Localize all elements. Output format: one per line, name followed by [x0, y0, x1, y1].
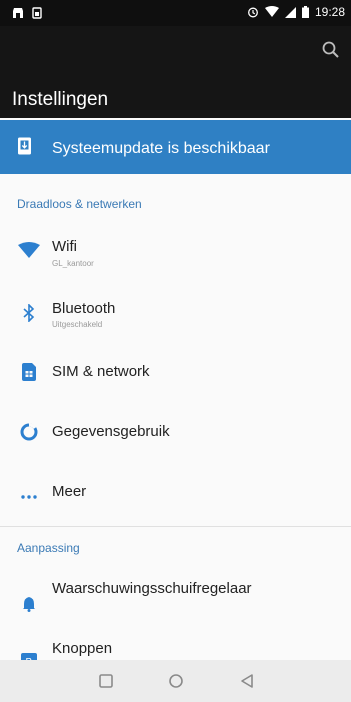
signal-icon — [284, 6, 296, 18]
nav-bar — [0, 660, 351, 702]
status-time: 19:28 — [314, 5, 345, 19]
sim-card-icon — [32, 7, 42, 19]
sim-card-icon — [18, 361, 40, 383]
back-icon[interactable] — [237, 671, 257, 691]
section-header-customization: Aanpassing — [17, 541, 80, 555]
system-update-banner[interactable]: Systeemupdate is beschikbaar — [0, 120, 351, 174]
settings-item-subtitle: Uitgeschakeld — [52, 320, 103, 329]
settings-item-title: Gegevensgebruik — [52, 423, 170, 440]
settings-item-alert-slider[interactable]: Waarschuwingsschuifregelaar — [0, 568, 351, 628]
settings-item-title: Bluetooth — [52, 300, 116, 317]
settings-item-title: Waarschuwingsschuifregelaar — [52, 580, 252, 597]
settings-item-data-usage[interactable]: Gegevensgebruik — [0, 402, 351, 462]
home-icon[interactable] — [166, 671, 186, 691]
wifi-icon — [264, 6, 279, 17]
phone-update-icon — [18, 137, 31, 155]
search-icon[interactable] — [319, 38, 343, 62]
recents-icon[interactable] — [96, 671, 116, 691]
settings-item-title: SIM & network — [52, 363, 150, 380]
status-bar: 19:28 — [0, 0, 351, 26]
status-bar-left-icons — [12, 7, 42, 19]
bell-icon — [18, 593, 40, 615]
battery-icon — [301, 6, 309, 18]
settings-item-bluetooth[interactable]: Bluetooth Uitgeschakeld — [0, 282, 351, 342]
app-bar: Instellingen — [0, 26, 351, 118]
settings-item-title: Wifi — [52, 238, 77, 255]
system-update-label: Systeemupdate is beschikbaar — [52, 140, 270, 157]
section-header-wireless: Draadloos & netwerken — [17, 197, 142, 211]
settings-item-title: Knoppen — [52, 640, 113, 657]
data-usage-icon — [18, 421, 40, 443]
wifi-icon — [18, 239, 40, 261]
settings-item-subtitle: GL_kantoor — [52, 259, 94, 268]
shop-icon — [13, 8, 23, 18]
bluetooth-icon — [18, 302, 40, 324]
section-divider — [0, 526, 351, 527]
alarm-icon — [248, 7, 258, 18]
settings-item-sim-network[interactable]: SIM & network — [0, 342, 351, 402]
settings-item-more[interactable]: Meer — [0, 462, 351, 522]
settings-item-title: Meer — [52, 483, 87, 500]
settings-item-wifi[interactable]: Wifi GL_kantoor — [0, 220, 351, 280]
status-bar-right: 19:28 — [247, 5, 345, 19]
more-icon — [18, 482, 40, 504]
page-title: Instellingen — [12, 89, 109, 110]
